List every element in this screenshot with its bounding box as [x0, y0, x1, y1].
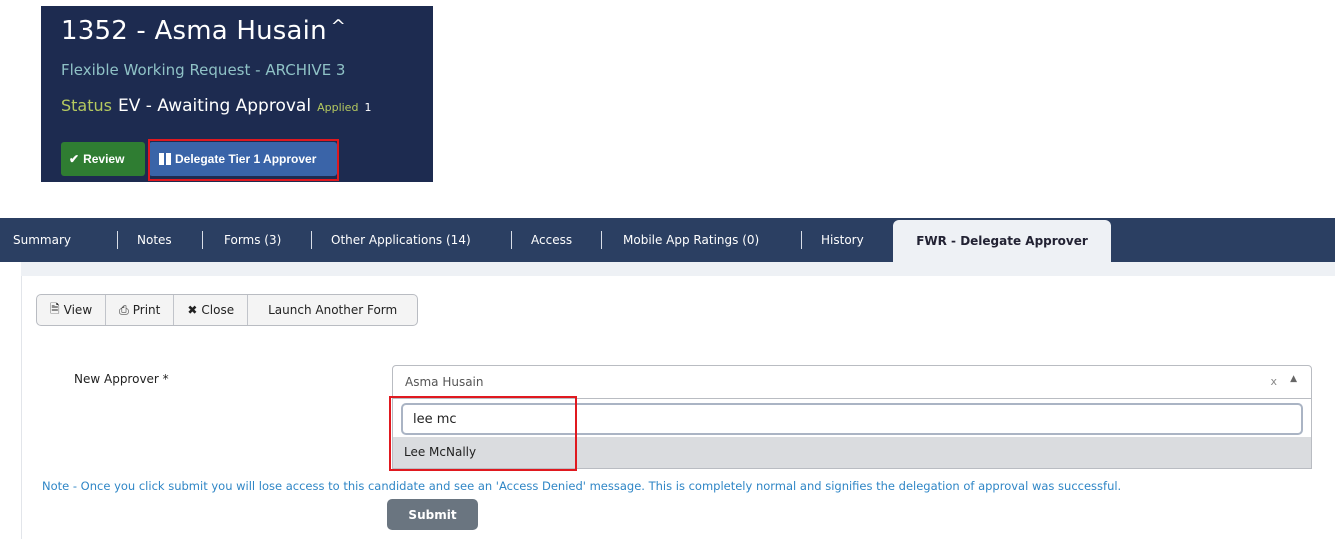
- launch-button-label: Launch Another Form: [268, 303, 398, 317]
- review-button[interactable]: ✔ Review: [61, 142, 145, 176]
- tab-notes[interactable]: Notes: [137, 218, 172, 262]
- applied-value: 1: [364, 101, 372, 114]
- status-value: EV - Awaiting Approval: [117, 96, 312, 116]
- tab-summary[interactable]: Summary: [13, 218, 71, 262]
- tab-divider: [117, 231, 118, 249]
- candidate-name: 1352 - Asma Husain: [61, 16, 327, 46]
- tab-mobile-app-ratings[interactable]: Mobile App Ratings (0): [623, 218, 759, 262]
- print-button-label: Print: [132, 303, 161, 317]
- print-button[interactable]: ⎙ Print: [106, 295, 175, 325]
- tab-bar: Summary Notes Forms (3) Other Applicatio…: [0, 218, 1335, 262]
- tab-divider: [511, 231, 512, 249]
- tab-access[interactable]: Access: [531, 218, 572, 262]
- delegation-note: Note - Once you click submit you will lo…: [42, 479, 1122, 493]
- candidate-title: 1352 - Asma Husain ^: [61, 16, 346, 46]
- checkmark-icon: ✔: [69, 152, 80, 166]
- new-approver-select[interactable]: Asma Husain x ▲: [392, 365, 1312, 399]
- status-label: Status: [61, 96, 112, 115]
- search-highlight: [389, 396, 577, 471]
- clear-selection-icon[interactable]: x: [1270, 375, 1277, 388]
- review-button-label: Review: [83, 152, 125, 166]
- chevron-up-icon[interactable]: ▲: [1290, 374, 1297, 384]
- tab-history[interactable]: History: [821, 218, 864, 262]
- tab-divider: [801, 231, 802, 249]
- tab-divider: [311, 231, 312, 249]
- tab-forms[interactable]: Forms (3): [224, 218, 281, 262]
- tab-divider: [601, 231, 602, 249]
- tab-other-applications[interactable]: Other Applications (14): [331, 218, 471, 262]
- view-button[interactable]: 🗎 View: [37, 295, 107, 325]
- view-button-label: View: [63, 303, 93, 317]
- collapse-caret-icon[interactable]: ^: [331, 16, 346, 37]
- printer-icon: ⎙: [119, 302, 129, 317]
- applied-label: Applied: [317, 101, 359, 114]
- selected-approver: Asma Husain: [405, 375, 484, 389]
- launch-another-form-button[interactable]: Launch Another Form: [248, 295, 417, 325]
- status-row: Status EV - Awaiting Approval Applied 1: [61, 96, 371, 116]
- form-subtitle: Flexible Working Request - ARCHIVE 3: [61, 61, 346, 79]
- form-toolbar: 🗎 View ⎙ Print ✖ Close Launch Another Fo…: [36, 294, 419, 326]
- new-approver-label: New Approver *: [74, 372, 169, 386]
- submit-button[interactable]: Submit: [387, 499, 478, 530]
- document-icon: 🗎: [50, 301, 60, 316]
- close-button-label: Close: [201, 303, 235, 317]
- tab-fwr-delegate-approver[interactable]: FWR - Delegate Approver: [893, 220, 1111, 262]
- tab-divider: [202, 231, 203, 249]
- close-button[interactable]: ✖ Close: [174, 295, 249, 325]
- delegate-button-highlight: [148, 139, 339, 181]
- close-icon: ✖: [187, 303, 198, 317]
